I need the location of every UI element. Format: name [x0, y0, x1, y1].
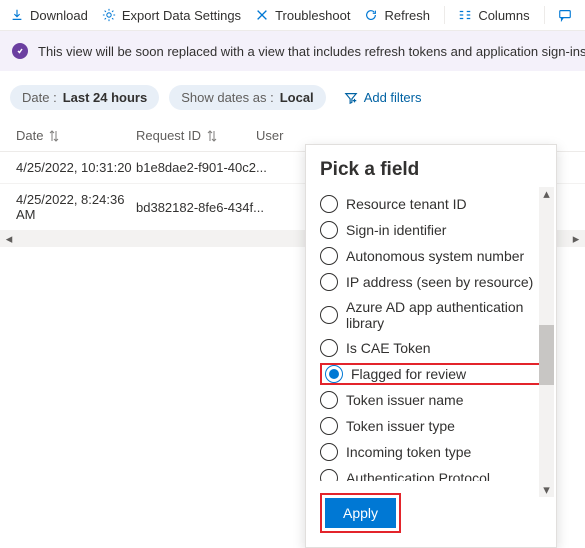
field-option-label: Token issuer name	[346, 392, 464, 408]
sort-icon	[207, 130, 217, 142]
vertical-scrollbar-thumb[interactable]	[539, 325, 554, 385]
field-option-label: Incoming token type	[346, 444, 471, 460]
columns-icon	[458, 8, 472, 22]
radio-icon	[320, 273, 338, 291]
cell-request-id: b1e8dae2-f901-40c2...	[136, 160, 266, 175]
banner-text: This view will be soon replaced with a v…	[38, 44, 585, 59]
apply-button[interactable]: Apply	[325, 498, 396, 528]
field-option-label: Authentication Protocol	[346, 470, 490, 481]
cell-request-id: bd382182-8fe6-434f...	[136, 192, 266, 222]
show-dates-value: Local	[280, 90, 314, 105]
field-option-label: Is CAE Token	[346, 340, 431, 356]
field-option-label: Sign-in identifier	[346, 222, 446, 238]
column-user-label: User	[256, 128, 283, 143]
sort-icon	[49, 130, 59, 142]
field-option-label: Token issuer type	[346, 418, 455, 434]
popover-title: Pick a field	[320, 159, 556, 181]
date-filter-label: Date :	[22, 90, 57, 105]
command-bar: Download Export Data Settings Troublesho…	[0, 0, 585, 31]
download-button[interactable]: Download	[10, 8, 88, 23]
pick-field-popover: Pick a field Resource tenant ID Sign-in …	[305, 144, 557, 548]
radio-icon	[320, 469, 338, 481]
field-option[interactable]: Sign-in identifier	[320, 217, 542, 243]
export-label: Export Data Settings	[122, 8, 241, 23]
gear-icon	[102, 8, 116, 22]
filter-icon	[344, 91, 358, 105]
apply-highlight: Apply	[320, 493, 401, 533]
radio-icon	[320, 306, 338, 324]
troubleshoot-button[interactable]: Troubleshoot	[255, 8, 350, 23]
field-option-label: IP address (seen by resource)	[346, 274, 533, 290]
add-filter-button[interactable]: Add filters	[336, 85, 430, 110]
show-dates-label: Show dates as :	[181, 90, 274, 105]
scroll-down-arrow[interactable]: ▾	[539, 483, 554, 497]
download-label: Download	[30, 8, 88, 23]
radio-icon	[320, 391, 338, 409]
field-option[interactable]: Token issuer name	[320, 387, 542, 413]
field-option-label: Autonomous system number	[346, 248, 524, 264]
info-icon	[12, 43, 28, 59]
field-option[interactable]: Incoming token type	[320, 439, 542, 465]
scroll-right-arrow[interactable]: ▸	[567, 231, 585, 247]
radio-icon	[320, 221, 338, 239]
columns-button[interactable]: Columns	[458, 8, 529, 23]
field-option-label: Resource tenant ID	[346, 196, 467, 212]
column-date-label: Date	[16, 128, 43, 143]
field-option[interactable]: Resource tenant ID	[320, 191, 542, 217]
radio-icon	[320, 247, 338, 265]
radio-icon-selected	[325, 365, 343, 383]
field-option[interactable]: IP address (seen by resource)	[320, 269, 542, 295]
column-header-request[interactable]: Request ID	[136, 128, 256, 143]
scroll-up-arrow[interactable]: ▴	[539, 187, 554, 201]
date-filter-pill[interactable]: Date : Last 24 hours	[10, 85, 159, 110]
refresh-button[interactable]: Refresh	[364, 8, 430, 23]
export-button[interactable]: Export Data Settings	[102, 8, 241, 23]
refresh-icon	[364, 8, 378, 22]
radio-icon	[320, 339, 338, 357]
field-option[interactable]: Authentication Protocol	[320, 465, 542, 481]
filter-bar: Date : Last 24 hours Show dates as : Loc…	[0, 71, 585, 120]
field-option[interactable]: Autonomous system number	[320, 243, 542, 269]
download-icon	[10, 8, 24, 22]
field-option[interactable]: Azure AD app authentication library	[320, 295, 542, 335]
refresh-label: Refresh	[384, 8, 430, 23]
column-header-date[interactable]: Date	[16, 128, 136, 143]
field-option[interactable]: Token issuer type	[320, 413, 542, 439]
feedback-button[interactable]: Got fe	[558, 8, 575, 23]
show-dates-pill[interactable]: Show dates as : Local	[169, 85, 325, 110]
troubleshoot-label: Troubleshoot	[275, 8, 350, 23]
column-request-label: Request ID	[136, 128, 201, 143]
add-filter-label: Add filters	[364, 90, 422, 105]
field-option-label: Flagged for review	[351, 366, 466, 382]
date-filter-value: Last 24 hours	[63, 90, 148, 105]
field-option[interactable]: Is CAE Token	[320, 335, 542, 361]
cell-date: 4/25/2022, 10:31:20	[16, 160, 136, 175]
columns-label: Columns	[478, 8, 529, 23]
radio-icon	[320, 443, 338, 461]
radio-icon	[320, 195, 338, 213]
field-option-selected[interactable]: Flagged for review	[320, 363, 542, 385]
field-option-label: Azure AD app authentication library	[346, 299, 542, 331]
troubleshoot-icon	[255, 8, 269, 22]
field-option-list: Resource tenant ID Sign-in identifier Au…	[320, 191, 556, 481]
radio-icon	[320, 417, 338, 435]
feedback-icon	[558, 8, 572, 22]
info-banner: This view will be soon replaced with a v…	[0, 31, 585, 71]
scroll-left-arrow[interactable]: ◂	[0, 231, 18, 247]
cell-date: 4/25/2022, 8:24:36 AM	[16, 192, 136, 222]
column-header-user[interactable]: User	[256, 128, 575, 143]
